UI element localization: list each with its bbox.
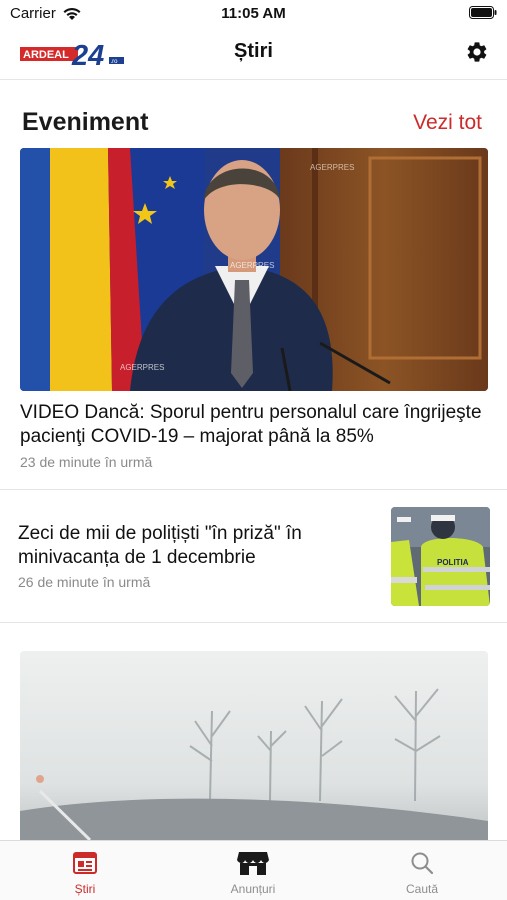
tab-anunturi[interactable]: Anunțuri (193, 841, 313, 900)
svg-text:AGERPRES: AGERPRES (120, 363, 164, 372)
gear-icon[interactable] (465, 40, 489, 64)
svg-text:AGERPRES: AGERPRES (230, 261, 274, 270)
tab-label: Știri (74, 882, 96, 896)
tab-stiri[interactable]: Știri (25, 841, 145, 900)
svg-text:POLITIA: POLITIA (437, 558, 469, 567)
section-title: Eveniment (22, 108, 149, 136)
tab-cauta[interactable]: Caută (362, 841, 482, 900)
list-item-title[interactable]: Zeci de mii de polițiști "în priză" în m… (18, 522, 378, 570)
divider (0, 489, 507, 490)
hero-article-image[interactable]: AGERPRES AGERPRES AGERPRES (20, 148, 488, 391)
list-item-time: 26 de minute în urmă (18, 574, 151, 590)
list-item-thumbnail[interactable]: POLITIA (391, 507, 490, 606)
hero-article-time: 23 de minute în urmă (20, 454, 153, 470)
tab-label: Anunțuri (230, 882, 276, 896)
see-all-link[interactable]: Vezi tot (413, 111, 482, 135)
search-icon (411, 852, 434, 875)
divider (0, 622, 507, 623)
store-icon (237, 852, 269, 875)
news-icon (73, 852, 97, 874)
battery-icon (469, 6, 497, 19)
hero-article-title[interactable]: VIDEO Dancă: Sporul pentru personalul ca… (20, 401, 495, 449)
page-title: Știri (234, 40, 273, 62)
article-image[interactable] (20, 651, 488, 840)
status-bar: Carrier 11:05 AM (0, 0, 507, 30)
nav-header: ARDEAL 24 .ro Știri (0, 30, 507, 80)
svg-text:AGERPRES: AGERPRES (310, 163, 354, 172)
status-time: 11:05 AM (221, 5, 286, 22)
tab-bar: Știri Anunțuri Caută (0, 840, 507, 900)
tab-label: Caută (405, 882, 439, 896)
